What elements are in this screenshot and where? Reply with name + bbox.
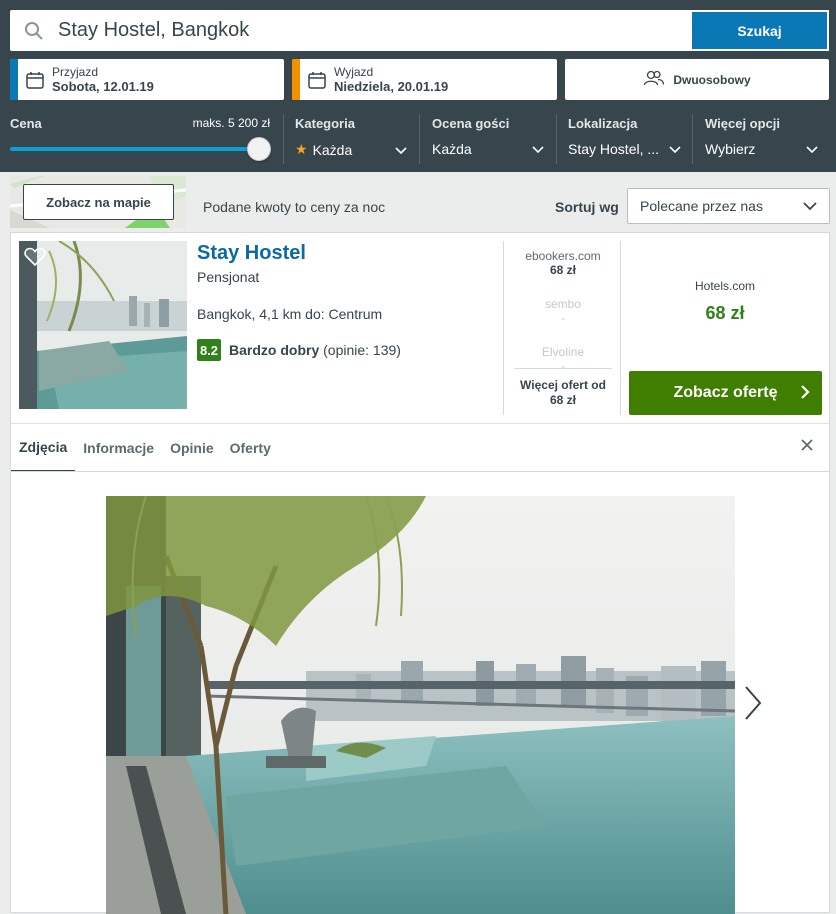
price-label: Cena	[10, 116, 42, 131]
view-deal-button[interactable]: Zobacz ofertę	[629, 371, 822, 415]
location-label: Lokalizacja	[568, 116, 638, 131]
search-icon	[10, 21, 58, 41]
checkin-value: Sobota, 12.01.19	[52, 78, 154, 94]
detail-tabs: Zdjęcia Informacje Opinie Oferty	[11, 424, 829, 472]
chevron-down-icon	[803, 198, 817, 214]
offer-site: sembo	[544, 297, 582, 311]
sort-label: Sortuj wg	[555, 199, 619, 215]
review-count: (opinie: 139)	[323, 342, 401, 358]
tabs-bottom-border	[11, 471, 829, 472]
close-icon[interactable]	[801, 438, 813, 456]
view-deal-label: Zobacz ofertę	[673, 384, 778, 401]
filter-divider	[283, 114, 284, 164]
star-icon: ★	[295, 141, 308, 157]
show-map-button[interactable]: Zobacz na mapie	[23, 184, 174, 220]
checkin-accent	[10, 59, 18, 100]
best-deal-site: Hotels.com	[694, 279, 756, 293]
more-options-value: Wybierz	[705, 141, 756, 157]
filter-divider	[556, 114, 557, 164]
offer-site: Elvoline	[541, 345, 585, 359]
checkin-field[interactable]: Przyjazd Sobota, 12.01.19	[10, 59, 284, 100]
search-header: Stay Hostel, Bangkok Szukaj Przyjazd Sob…	[0, 0, 836, 172]
offer-item[interactable]: ebookers.com 68 zł	[505, 249, 621, 289]
room-label: Dwuosobowy	[673, 72, 751, 87]
other-offers: ebookers.com 68 zł sembo - Elvoline -	[505, 241, 621, 385]
gallery-photo[interactable]	[106, 496, 735, 914]
offer-price: 68 zł	[549, 263, 576, 277]
tab-photos[interactable]: Zdjęcia	[11, 424, 76, 472]
hotel-result-card: Stay Hostel Pensjonat Bangkok, 4,1 km do…	[10, 232, 830, 914]
checkout-accent	[292, 59, 300, 100]
heart-icon[interactable]	[24, 247, 46, 272]
price-slider-track[interactable]	[10, 147, 260, 151]
tab-info[interactable]: Informacje	[75, 424, 162, 472]
category-value: Każda	[312, 141, 353, 158]
rating-word: Bardzo dobry	[229, 342, 320, 358]
search-button[interactable]: Szukaj	[690, 10, 829, 51]
hotel-name[interactable]: Stay Hostel	[197, 242, 306, 265]
category-filter[interactable]: Kategoria ★ Każda	[295, 116, 407, 158]
calendar-icon	[18, 71, 52, 89]
sort-select[interactable]: Polecane przez nas	[627, 188, 830, 224]
filter-divider	[419, 114, 420, 164]
location-filter[interactable]: Lokalizacja Stay Hostel, ...	[568, 116, 681, 157]
more-options-filter[interactable]: Więcej opcji Wybierz	[705, 116, 818, 157]
chevron-down-icon	[806, 141, 818, 157]
offer-site: ebookers.com	[525, 249, 601, 263]
chevron-down-icon	[532, 141, 544, 157]
checkout-field[interactable]: Wyjazd Niedziela, 20.01.19	[292, 59, 557, 100]
price-note: Podane kwoty to ceny za noc	[203, 199, 386, 215]
category-label: Kategoria	[295, 116, 355, 131]
more-offers-text: Więcej ofert od	[520, 378, 606, 392]
more-offers-link[interactable]: Więcej ofert od 68 zł	[514, 368, 612, 408]
chevron-down-icon	[669, 141, 681, 157]
more-offers-price: 68 zł	[549, 393, 576, 407]
location-value: Stay Hostel, ...	[568, 141, 660, 157]
checkout-value: Niedziela, 20.01.19	[334, 78, 449, 94]
hotel-rating[interactable]: 8.2 Bardzo dobry (opinie: 139)	[197, 339, 401, 361]
checkin-label: Przyjazd	[52, 64, 99, 79]
room-selector[interactable]: Dwuosobowy	[565, 59, 829, 100]
chevron-right-icon	[800, 384, 810, 405]
tab-reviews[interactable]: Opinie	[162, 424, 222, 472]
users-icon	[643, 70, 665, 89]
chevron-right-icon[interactable]	[743, 685, 763, 726]
column-divider	[503, 241, 504, 415]
price-filter: Cena maks. 5 200 zł	[10, 116, 270, 131]
search-input[interactable]: Stay Hostel, Bangkok	[10, 10, 690, 51]
tab-offers[interactable]: Oferty	[222, 424, 279, 472]
offer-item: sembo -	[505, 297, 621, 337]
best-deal-price: 68 zł	[705, 303, 745, 323]
column-divider	[620, 241, 621, 415]
filter-divider	[692, 114, 693, 164]
offer-price: -	[561, 311, 565, 325]
rating-filter[interactable]: Ocena gości Każda	[432, 116, 544, 157]
checkout-label: Wyjazd	[334, 64, 374, 79]
hotel-location: Bangkok, 4,1 km do: Centrum	[197, 306, 383, 322]
calendar-icon	[300, 71, 334, 89]
price-max: maks. 5 200 zł	[192, 116, 270, 130]
rating-score-badge: 8.2	[197, 339, 221, 361]
rating-label: Ocena gości	[432, 116, 510, 131]
more-options-label: Więcej opcji	[705, 116, 781, 131]
search-value: Stay Hostel, Bangkok	[58, 19, 250, 41]
rating-value: Każda	[432, 141, 472, 157]
price-slider-handle[interactable]	[247, 137, 271, 161]
hotel-type: Pensjonat	[197, 269, 260, 285]
chevron-down-icon	[395, 142, 407, 158]
sort-value: Polecane przez nas	[640, 198, 763, 214]
